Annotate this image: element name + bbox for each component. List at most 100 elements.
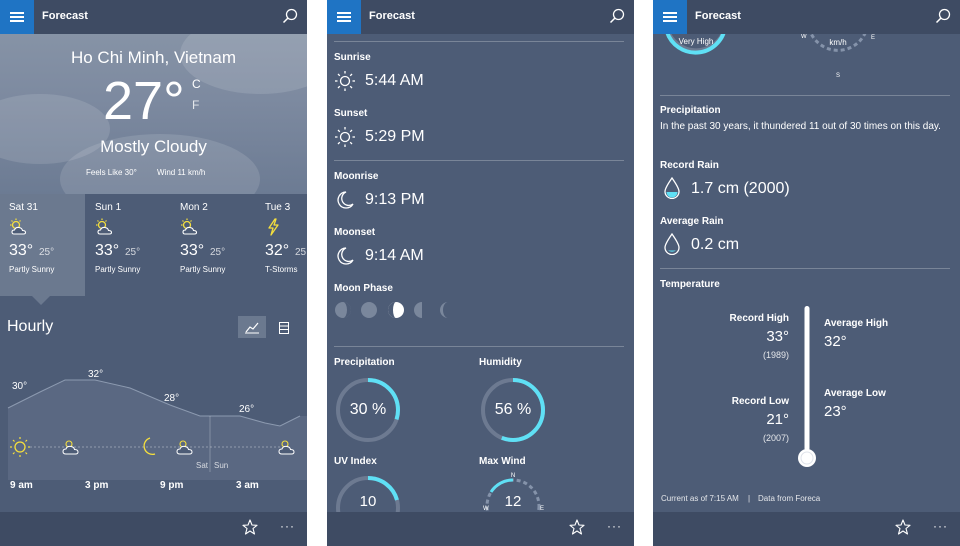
moon-phase-last-quarter-icon <box>414 302 422 318</box>
favorite-star-icon[interactable] <box>242 519 258 535</box>
app-header: Forecast <box>653 0 960 34</box>
hourly-temp-label: 30° <box>12 381 28 392</box>
forecast-panel-history: Very High W E S km/h Forecast Precipitat… <box>653 0 960 546</box>
chart-view-button[interactable] <box>238 316 266 338</box>
more-options-button[interactable]: ··· <box>607 519 622 533</box>
average-low-label: Average Low <box>824 388 886 399</box>
sunrise-time: 5:44 AM <box>365 72 424 89</box>
list-view-button[interactable] <box>269 316 297 338</box>
footer-divider: | <box>748 494 751 503</box>
max-wind-label: Max Wind <box>479 456 526 467</box>
record-high-value: 33° <box>766 328 789 345</box>
favorite-star-icon[interactable] <box>569 519 585 535</box>
raindrop-icon <box>664 177 680 199</box>
more-options-button[interactable]: ··· <box>933 519 948 533</box>
unit-fahrenheit-toggle[interactable]: F <box>192 98 199 112</box>
record-rain-value: 1.7 cm (2000) <box>691 180 790 197</box>
compass-w-label: W <box>801 34 807 40</box>
moonset-time: 9:14 AM <box>365 247 424 264</box>
sunset-time: 5:29 PM <box>365 128 425 145</box>
moon-icon <box>337 247 354 265</box>
app-bar: ··· <box>327 512 634 546</box>
partly-sunny-icon <box>181 218 198 235</box>
record-low-year: (2007) <box>762 433 789 443</box>
search-icon[interactable] <box>282 8 298 24</box>
day-divider-label: Sat <box>196 461 209 470</box>
record-rain-label: Record Rain <box>660 160 719 171</box>
moon-phase-icons <box>335 302 448 318</box>
hourly-time: 3 pm <box>85 480 109 491</box>
average-rain-label: Average Rain <box>660 216 724 227</box>
app-header: Forecast <box>0 0 307 34</box>
app-title: Forecast <box>369 10 415 22</box>
wind-speed: Wind 11 km/h <box>157 168 206 177</box>
unit-celsius-toggle[interactable]: C <box>192 77 201 91</box>
thermometer-graphic <box>798 306 816 467</box>
more-options-button[interactable]: ··· <box>280 519 295 533</box>
hourly-temp-label: 32° <box>88 369 104 380</box>
app-bar: ··· <box>653 512 960 546</box>
list-grid-icon <box>279 322 289 334</box>
moonrise-label: Moonrise <box>334 171 379 182</box>
partly-sunny-icon <box>10 218 27 235</box>
moonrise-time: 9:13 PM <box>365 191 425 208</box>
city-name: Ho Chi Minh, Vietnam <box>70 48 237 67</box>
hamburger-menu-button[interactable] <box>327 0 361 34</box>
current-condition: Mostly Cloudy <box>100 137 207 156</box>
record-high-year: (1989) <box>762 350 789 360</box>
search-icon[interactable] <box>935 8 951 24</box>
svg-text:N: N <box>511 473 515 479</box>
sunrise-label: Sunrise <box>334 52 371 63</box>
thunderstorm-icon <box>268 218 279 236</box>
favorite-star-icon[interactable] <box>895 519 911 535</box>
hourly-title: Hourly <box>7 318 54 335</box>
hamburger-menu-button[interactable] <box>0 0 34 34</box>
uv-index-label: UV Index <box>334 456 377 467</box>
hourly-time: 9 pm <box>160 480 184 491</box>
daily-forecast-item[interactable]: Tue 3 32° 25 T-Storms <box>256 194 307 296</box>
moon-phase-current-icon <box>388 302 404 318</box>
humidity-value: 56 % <box>494 401 532 418</box>
selected-day-pointer <box>32 296 50 305</box>
precipitation-label: Precipitation <box>334 357 395 368</box>
search-icon[interactable] <box>609 8 625 24</box>
uv-index-value: 10 <box>359 493 377 510</box>
wind-unit: km/h <box>829 38 847 47</box>
sunset-label: Sunset <box>334 108 368 119</box>
precipitation-history-text: In the past 30 years, it thundered 11 ou… <box>660 121 941 132</box>
line-chart-icon <box>245 322 259 334</box>
raindrop-icon <box>664 233 680 255</box>
record-high-label: Record High <box>729 313 789 324</box>
precipitation-history-title: Precipitation <box>660 105 721 116</box>
moon-phase-waning-crescent-icon <box>440 302 448 318</box>
feels-like: Feels Like 30° <box>86 168 137 177</box>
current-temperature: 27° <box>103 71 185 131</box>
hourly-temp-label: 26° <box>239 404 255 415</box>
daily-forecast-item[interactable]: Sun 1 33° 25° Partly Sunny <box>86 194 171 296</box>
app-title: Forecast <box>42 10 88 22</box>
moon-phase-waxing-crescent-icon <box>335 302 351 318</box>
compass-s-label: S <box>836 73 840 79</box>
sunrise-icon <box>335 71 355 91</box>
day-divider-label: Sun <box>214 461 229 470</box>
uv-description: Very High <box>678 37 714 46</box>
moonset-label: Moonset <box>334 227 376 238</box>
precipitation-value: 30 % <box>349 401 387 418</box>
hourly-time: 9 am <box>10 480 33 491</box>
hourly-time: 3 am <box>236 480 259 491</box>
compass-e-label: E <box>871 35 875 41</box>
record-low-value: 21° <box>766 411 789 428</box>
daily-forecast-item[interactable]: Mon 2 33° 25° Partly Sunny <box>171 194 256 296</box>
moon-phase-full-dim-icon <box>361 302 377 318</box>
moon-phase-label: Moon Phase <box>334 283 393 294</box>
current-conditions: Ho Chi Minh, Vietnam 27° C F Mostly Clou… <box>0 34 307 194</box>
hamburger-menu-button[interactable] <box>653 0 687 34</box>
average-high-value: 32° <box>824 333 847 350</box>
daily-forecast-item[interactable]: Sat 31 33° 25° Partly Sunny <box>0 194 85 296</box>
forecast-panel-current: Forecast Ho Chi Minh, Vietnam 27° C F Mo… <box>0 0 307 546</box>
partly-sunny-icon <box>96 218 113 235</box>
data-source[interactable]: Data from Foreca <box>758 494 820 503</box>
app-header: Forecast <box>327 0 634 34</box>
humidity-label: Humidity <box>479 357 522 368</box>
moon-icon <box>337 191 354 209</box>
